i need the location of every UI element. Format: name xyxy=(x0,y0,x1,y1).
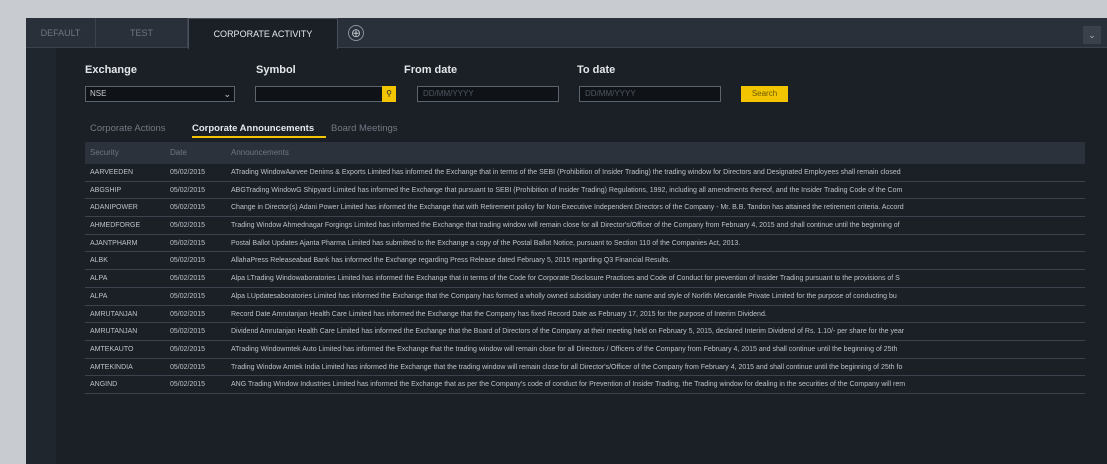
announcements-table: Security Date Announcements AARVEEDEN 05/… xyxy=(85,142,1085,394)
header-announcements[interactable]: Announcements xyxy=(231,142,1081,164)
table-row[interactable]: ALBK 05/02/2015 AllahaPress Releaseabad Ba… xyxy=(85,252,1085,271)
tab-test[interactable]: TEST xyxy=(96,18,188,48)
header-security[interactable]: Security xyxy=(90,142,160,164)
announcement-cell: Alpa LTrading Windowaboratories Limited … xyxy=(231,275,900,283)
left-gutter xyxy=(26,48,56,464)
add-tab-icon[interactable]: ⊕ xyxy=(348,25,364,41)
symbol-search-icon[interactable]: ⚲ xyxy=(382,86,396,102)
security-cell: ALBK xyxy=(90,257,108,265)
chevron-down-icon: ⌄ xyxy=(223,89,231,99)
date-cell: 05/02/2015 xyxy=(170,204,206,212)
security-cell: AHMEDFORGE xyxy=(90,222,141,230)
subtab-board-meetings[interactable]: Board Meetings xyxy=(331,123,398,134)
security-cell: ABGSHIP xyxy=(90,186,122,194)
date-cell: 05/02/2015 xyxy=(170,363,206,371)
from-date-label: From date xyxy=(404,64,458,76)
date-cell: 05/02/2015 xyxy=(170,169,206,176)
date-cell: 05/02/2015 xyxy=(170,345,206,353)
table-row[interactable]: ALPA 05/02/2015 Alpa LUpdatesaboratories L… xyxy=(85,288,1085,306)
workspace-tab-bar: DEFAULT TEST CORPORATE ACTIVITY ⊕ ⌄ xyxy=(26,18,1107,49)
announcement-cell: Dividend Amrutanjan Health Care Limited … xyxy=(231,328,905,336)
date-cell: 05/02/2015 xyxy=(170,257,206,265)
announcement-cell: Trading Window Ahmednagar Forgings Limit… xyxy=(231,222,900,230)
date-cell: 05/02/2015 xyxy=(170,328,206,336)
exchange-select[interactable]: NSE ⌄ xyxy=(85,86,235,102)
app-window: DEFAULT TEST CORPORATE ACTIVITY ⊕ ⌄ Exch… xyxy=(26,18,1107,464)
date-cell: 05/02/2015 xyxy=(170,381,206,389)
table-row[interactable]: ALPA 05/02/2015 Alpa LTrading Windowaborat… xyxy=(85,270,1085,288)
table-row[interactable]: AHMEDFORGE 05/02/2015 Trading Window Ahmed… xyxy=(85,217,1085,235)
date-cell: 05/02/2015 xyxy=(170,275,206,283)
announcement-cell: Record Date Amrutanjan Health Care Limit… xyxy=(231,310,767,318)
security-cell: AMRUTANJAN xyxy=(90,310,138,318)
security-cell: ADANIPOWER xyxy=(90,204,138,212)
announcement-cell: AllahaPress Releaseabad Bank has informe… xyxy=(231,257,671,265)
from-date-input[interactable]: DD/MM/YYYY xyxy=(417,86,559,102)
table-row[interactable]: AARVEEDEN 05/02/2015 ATrading WindowAarvee… xyxy=(85,164,1085,182)
announcement-cell: Change in Director(s) Adani Power Limite… xyxy=(231,204,904,212)
announcement-cell: Alpa LUpdatesaboratories Limited has inf… xyxy=(231,292,897,300)
announcement-cell: ABGTrading WindowG Shipyard Limited has … xyxy=(231,186,903,194)
security-cell: AJANTPHARM xyxy=(90,239,138,247)
header-date[interactable]: Date xyxy=(170,142,220,164)
date-cell: 05/02/2015 xyxy=(170,222,206,230)
to-date-input[interactable]: DD/MM/YYYY xyxy=(579,86,721,102)
announcement-cell: ATrading WindowAarvee Denims & Exports L… xyxy=(231,169,901,176)
date-cell: 05/02/2015 xyxy=(170,239,206,247)
to-date-label: To date xyxy=(577,64,616,76)
tab-default[interactable]: DEFAULT xyxy=(26,18,96,48)
security-cell: AARVEEDEN xyxy=(90,169,134,176)
table-row[interactable]: AMRUTANJAN 05/02/2015 Record Date Amrutanj… xyxy=(85,306,1085,324)
table-row[interactable]: ANGIND 05/02/2015 ANG Trading Window Indus… xyxy=(85,376,1085,394)
symbol-input[interactable] xyxy=(255,86,383,102)
search-button[interactable]: Search xyxy=(741,86,788,102)
security-cell: AMTEKINDIA xyxy=(90,363,133,371)
active-subtab-indicator xyxy=(192,136,326,138)
security-cell: AMRUTANJAN xyxy=(90,328,138,336)
subtab-corporate-announcements[interactable]: Corporate Announcements xyxy=(192,123,314,134)
table-row[interactable]: AMRUTANJAN 05/02/2015 Dividend Amrutanjan … xyxy=(85,323,1085,341)
table-row[interactable]: ABGSHIP 05/02/2015 ABGTrading WindowG Ship… xyxy=(85,182,1085,200)
announcement-cell: ATrading Windowmtek Auto Limited has inf… xyxy=(231,345,898,353)
date-cell: 05/02/2015 xyxy=(170,292,206,300)
symbol-label: Symbol xyxy=(256,64,296,76)
collapse-chevron-icon[interactable]: ⌄ xyxy=(1083,26,1101,44)
table-row[interactable]: ADANIPOWER 05/02/2015 Change in Director(s… xyxy=(85,199,1085,218)
table-row[interactable]: AMTEKAUTO 05/02/2015 ATrading Windowmtek A… xyxy=(85,341,1085,359)
subtab-corporate-actions[interactable]: Corporate Actions xyxy=(90,123,166,134)
announcement-cell: ANG Trading Window Industries Limited ha… xyxy=(231,381,906,389)
tab-corporate-activity[interactable]: CORPORATE ACTIVITY xyxy=(188,18,338,49)
exchange-label: Exchange xyxy=(85,64,137,76)
announcement-cell: Trading Window Amtek India Limited has i… xyxy=(231,363,903,371)
security-cell: ANGIND xyxy=(90,381,118,389)
date-cell: 05/02/2015 xyxy=(170,310,206,318)
security-cell: ALPA xyxy=(90,292,108,300)
table-header: Security Date Announcements xyxy=(85,142,1085,164)
security-cell: ALPA xyxy=(90,275,108,283)
exchange-select-value: NSE xyxy=(90,89,107,98)
security-cell: AMTEKAUTO xyxy=(90,345,134,353)
table-row[interactable]: AJANTPHARM 05/02/2015 Postal Ballot Update… xyxy=(85,235,1085,253)
table-row[interactable]: AMTEKINDIA 05/02/2015 Trading Window Amtek… xyxy=(85,359,1085,377)
announcement-cell: Postal Ballot Updates Ajanta Pharma Limi… xyxy=(231,239,741,247)
table-body: AARVEEDEN 05/02/2015 ATrading WindowAarvee… xyxy=(85,164,1085,394)
date-cell: 05/02/2015 xyxy=(170,186,206,194)
